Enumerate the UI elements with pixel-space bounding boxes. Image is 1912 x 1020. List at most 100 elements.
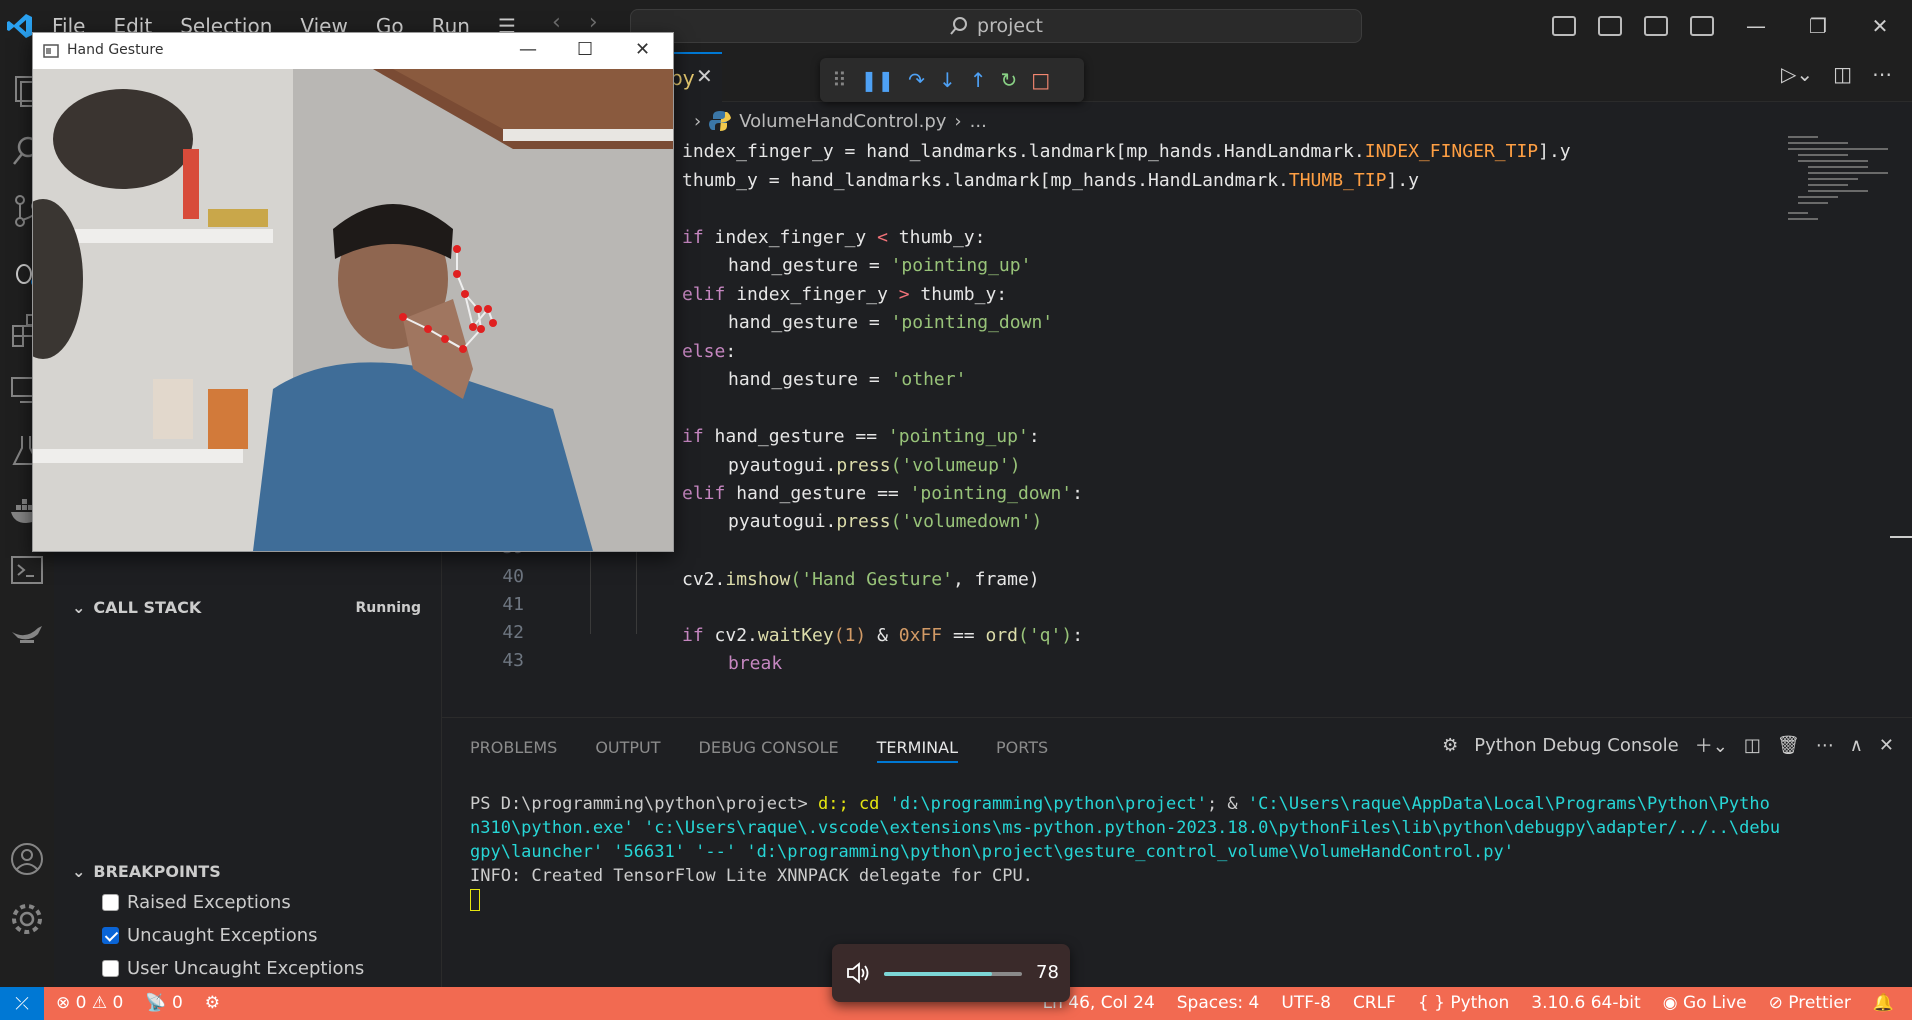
camera-close-icon[interactable]: ✕ <box>635 39 650 60</box>
terminal-name[interactable]: Python Debug Console <box>1474 735 1679 756</box>
code-line: cv2.imshow('Hand Gesture', frame) <box>682 569 1040 590</box>
prettier-button[interactable]: ⊘ Prettier <box>1769 993 1851 1013</box>
debug-launch-icon[interactable]: ⚙ <box>205 993 220 1013</box>
more-actions-icon[interactable]: ⋯ <box>1872 62 1892 86</box>
title-bar-controls: — ❐ ✕ <box>1552 0 1912 52</box>
breadcrumb: › VolumeHandControl.py › ... <box>694 110 987 132</box>
camera-window-titlebar[interactable]: Hand Gesture — ☐ ✕ <box>33 33 673 69</box>
problems-status[interactable]: ⊗ 0 ⚠ 0 <box>56 993 123 1013</box>
app-window-icon <box>43 44 59 58</box>
split-terminal-icon[interactable]: ◫ <box>1744 735 1761 756</box>
raised-exceptions-checkbox[interactable] <box>102 894 119 911</box>
minimap[interactable] <box>1788 132 1898 232</box>
chevron-down-icon: ⌄ <box>72 598 86 617</box>
tab-ports[interactable]: PORTS <box>996 738 1048 763</box>
kill-terminal-icon[interactable]: 🗑 <box>1777 735 1800 756</box>
toggle-sidebar-icon[interactable] <box>1552 16 1576 36</box>
command-center-search[interactable]: project <box>630 9 1362 43</box>
toggle-secondary-sidebar-icon[interactable] <box>1644 16 1668 36</box>
breakpoints-header[interactable]: ⌄ BREAKPOINTS <box>72 862 221 881</box>
camera-window-title: Hand Gesture <box>67 42 164 58</box>
encoding[interactable]: UTF-8 <box>1281 993 1331 1013</box>
split-editor-icon[interactable]: ◫ <box>1833 62 1852 86</box>
genie-lamp-icon[interactable] <box>8 612 46 650</box>
tab-close-icon[interactable]: ✕ <box>696 64 713 88</box>
step-into-icon[interactable]: ↓ <box>939 68 956 92</box>
customize-layout-icon[interactable] <box>1690 16 1714 36</box>
restore-icon[interactable]: ❐ <box>1798 14 1838 38</box>
breakpoint-label: User Uncaught Exceptions <box>127 958 365 979</box>
code-line: if index_finger_y < thumb_y: <box>682 227 986 248</box>
terminal-line: INFO: Created TensorFlow Lite XNNPACK de… <box>470 866 1033 886</box>
terminal-output[interactable]: PS D:\programming\python\project> d:; cd… <box>470 792 1890 912</box>
terminal-line: n310\python.exe' 'c:\Users\raque\.vscode… <box>470 818 1781 838</box>
scrollbar-marker <box>1890 536 1912 538</box>
call-stack-header[interactable]: ⌄ CALL STACK <box>72 598 201 617</box>
drag-handle-icon[interactable]: ⠿ <box>832 68 847 92</box>
account-icon[interactable] <box>8 840 46 878</box>
chevron-down-icon: ⌄ <box>72 862 86 881</box>
stop-icon[interactable]: □ <box>1031 68 1050 92</box>
pause-icon[interactable]: ❚❚ <box>861 68 895 92</box>
code-line: if hand_gesture == 'pointing_up': <box>682 426 1040 447</box>
close-panel-icon[interactable]: ✕ <box>1879 735 1894 756</box>
call-stack-title: CALL STACK <box>93 598 202 617</box>
chevron-right-icon: › <box>694 110 702 132</box>
chevron-right-icon: › <box>954 110 962 132</box>
tab-problems[interactable]: PROBLEMS <box>470 738 557 763</box>
breakpoint-uncaught-exceptions[interactable]: Uncaught Exceptions <box>102 925 318 946</box>
line-number: 42 <box>502 622 524 643</box>
breakpoint-label: Uncaught Exceptions <box>127 925 318 946</box>
remote-indicator[interactable]: ⤫ <box>0 987 44 1020</box>
volume-slider[interactable] <box>884 972 1022 976</box>
close-window-icon[interactable]: ✕ <box>1860 14 1900 38</box>
indentation[interactable]: Spaces: 4 <box>1177 993 1260 1013</box>
breakpoint-raised-exceptions[interactable]: Raised Exceptions <box>102 892 291 913</box>
terminal-icon[interactable] <box>8 552 46 590</box>
tab-output[interactable]: OUTPUT <box>595 738 660 763</box>
minimize-icon[interactable]: — <box>1736 14 1776 38</box>
code-line: pyautogui.press('volumeup') <box>728 455 1021 476</box>
python-interpreter[interactable]: 3.10.6 64-bit <box>1531 993 1640 1013</box>
speaker-icon[interactable] <box>846 962 870 984</box>
status-left: ⊗ 0 ⚠ 0 📡 0 ⚙ <box>56 993 220 1013</box>
new-terminal-icon[interactable]: ＋⌄ <box>1695 732 1728 758</box>
language-mode[interactable]: { } Python <box>1418 993 1509 1013</box>
code-line: else: <box>682 341 737 362</box>
settings-gear-icon[interactable] <box>8 900 46 938</box>
user-uncaught-exceptions-checkbox[interactable] <box>102 960 119 977</box>
webcam-image <box>33 69 673 551</box>
step-out-icon[interactable]: ↑ <box>970 68 987 92</box>
debug-console-gear-icon: ⚙ <box>1442 734 1459 756</box>
run-debug-dropdown-icon[interactable]: ▷⌄ <box>1781 62 1813 86</box>
maximize-panel-icon[interactable]: ∧ <box>1850 735 1863 756</box>
restart-icon[interactable]: ↻ <box>1000 68 1017 92</box>
notifications-bell-icon[interactable]: 🔔 <box>1873 993 1894 1013</box>
toggle-panel-icon[interactable] <box>1598 16 1622 36</box>
terminal-line: gpy\launcher' '56631' '--' 'd:\programmi… <box>470 842 1514 862</box>
code-line: index_finger_y = hand_landmarks.landmark… <box>682 141 1571 162</box>
status-right: Ln 46, Col 24 Spaces: 4 UTF-8 CRLF { } P… <box>1043 993 1894 1013</box>
breakpoint-label: Raised Exceptions <box>127 892 291 913</box>
breadcrumb-symbol[interactable]: ... <box>970 111 987 132</box>
breadcrumb-file[interactable]: VolumeHandControl.py <box>739 111 946 132</box>
debug-toolbar: ⠿ ❚❚ ↷ ↓ ↑ ↻ □ <box>820 58 1084 102</box>
bottom-panel: PROBLEMS OUTPUT DEBUG CONSOLE TERMINAL P… <box>442 717 1912 987</box>
ports-status[interactable]: 📡 0 <box>145 993 182 1013</box>
step-over-icon[interactable]: ↷ <box>908 68 925 92</box>
tab-debug-console[interactable]: DEBUG CONSOLE <box>699 738 839 763</box>
volume-value: 78 <box>1036 962 1059 983</box>
end-of-line[interactable]: CRLF <box>1353 993 1396 1013</box>
uncaught-exceptions-checkbox[interactable] <box>102 927 119 944</box>
camera-minimize-icon[interactable]: — <box>519 39 537 60</box>
panel-actions: ⚙ Python Debug Console ＋⌄ ◫ 🗑 ⋯ ∧ ✕ <box>1442 732 1894 758</box>
breakpoint-user-uncaught-exceptions[interactable]: User Uncaught Exceptions <box>102 958 364 979</box>
more-icon[interactable]: ⋯ <box>1816 735 1834 756</box>
volume-slider-fill <box>884 972 992 976</box>
go-live-button[interactable]: ◉ Go Live <box>1663 993 1747 1013</box>
vscode-logo-icon <box>7 14 32 38</box>
code-line: if cv2.waitKey(1) & 0xFF == ord('q'): <box>682 625 1084 646</box>
tab-terminal[interactable]: TERMINAL <box>876 738 959 763</box>
camera-maximize-icon[interactable]: ☐ <box>577 39 593 60</box>
terminal-cursor-line <box>470 888 1890 912</box>
